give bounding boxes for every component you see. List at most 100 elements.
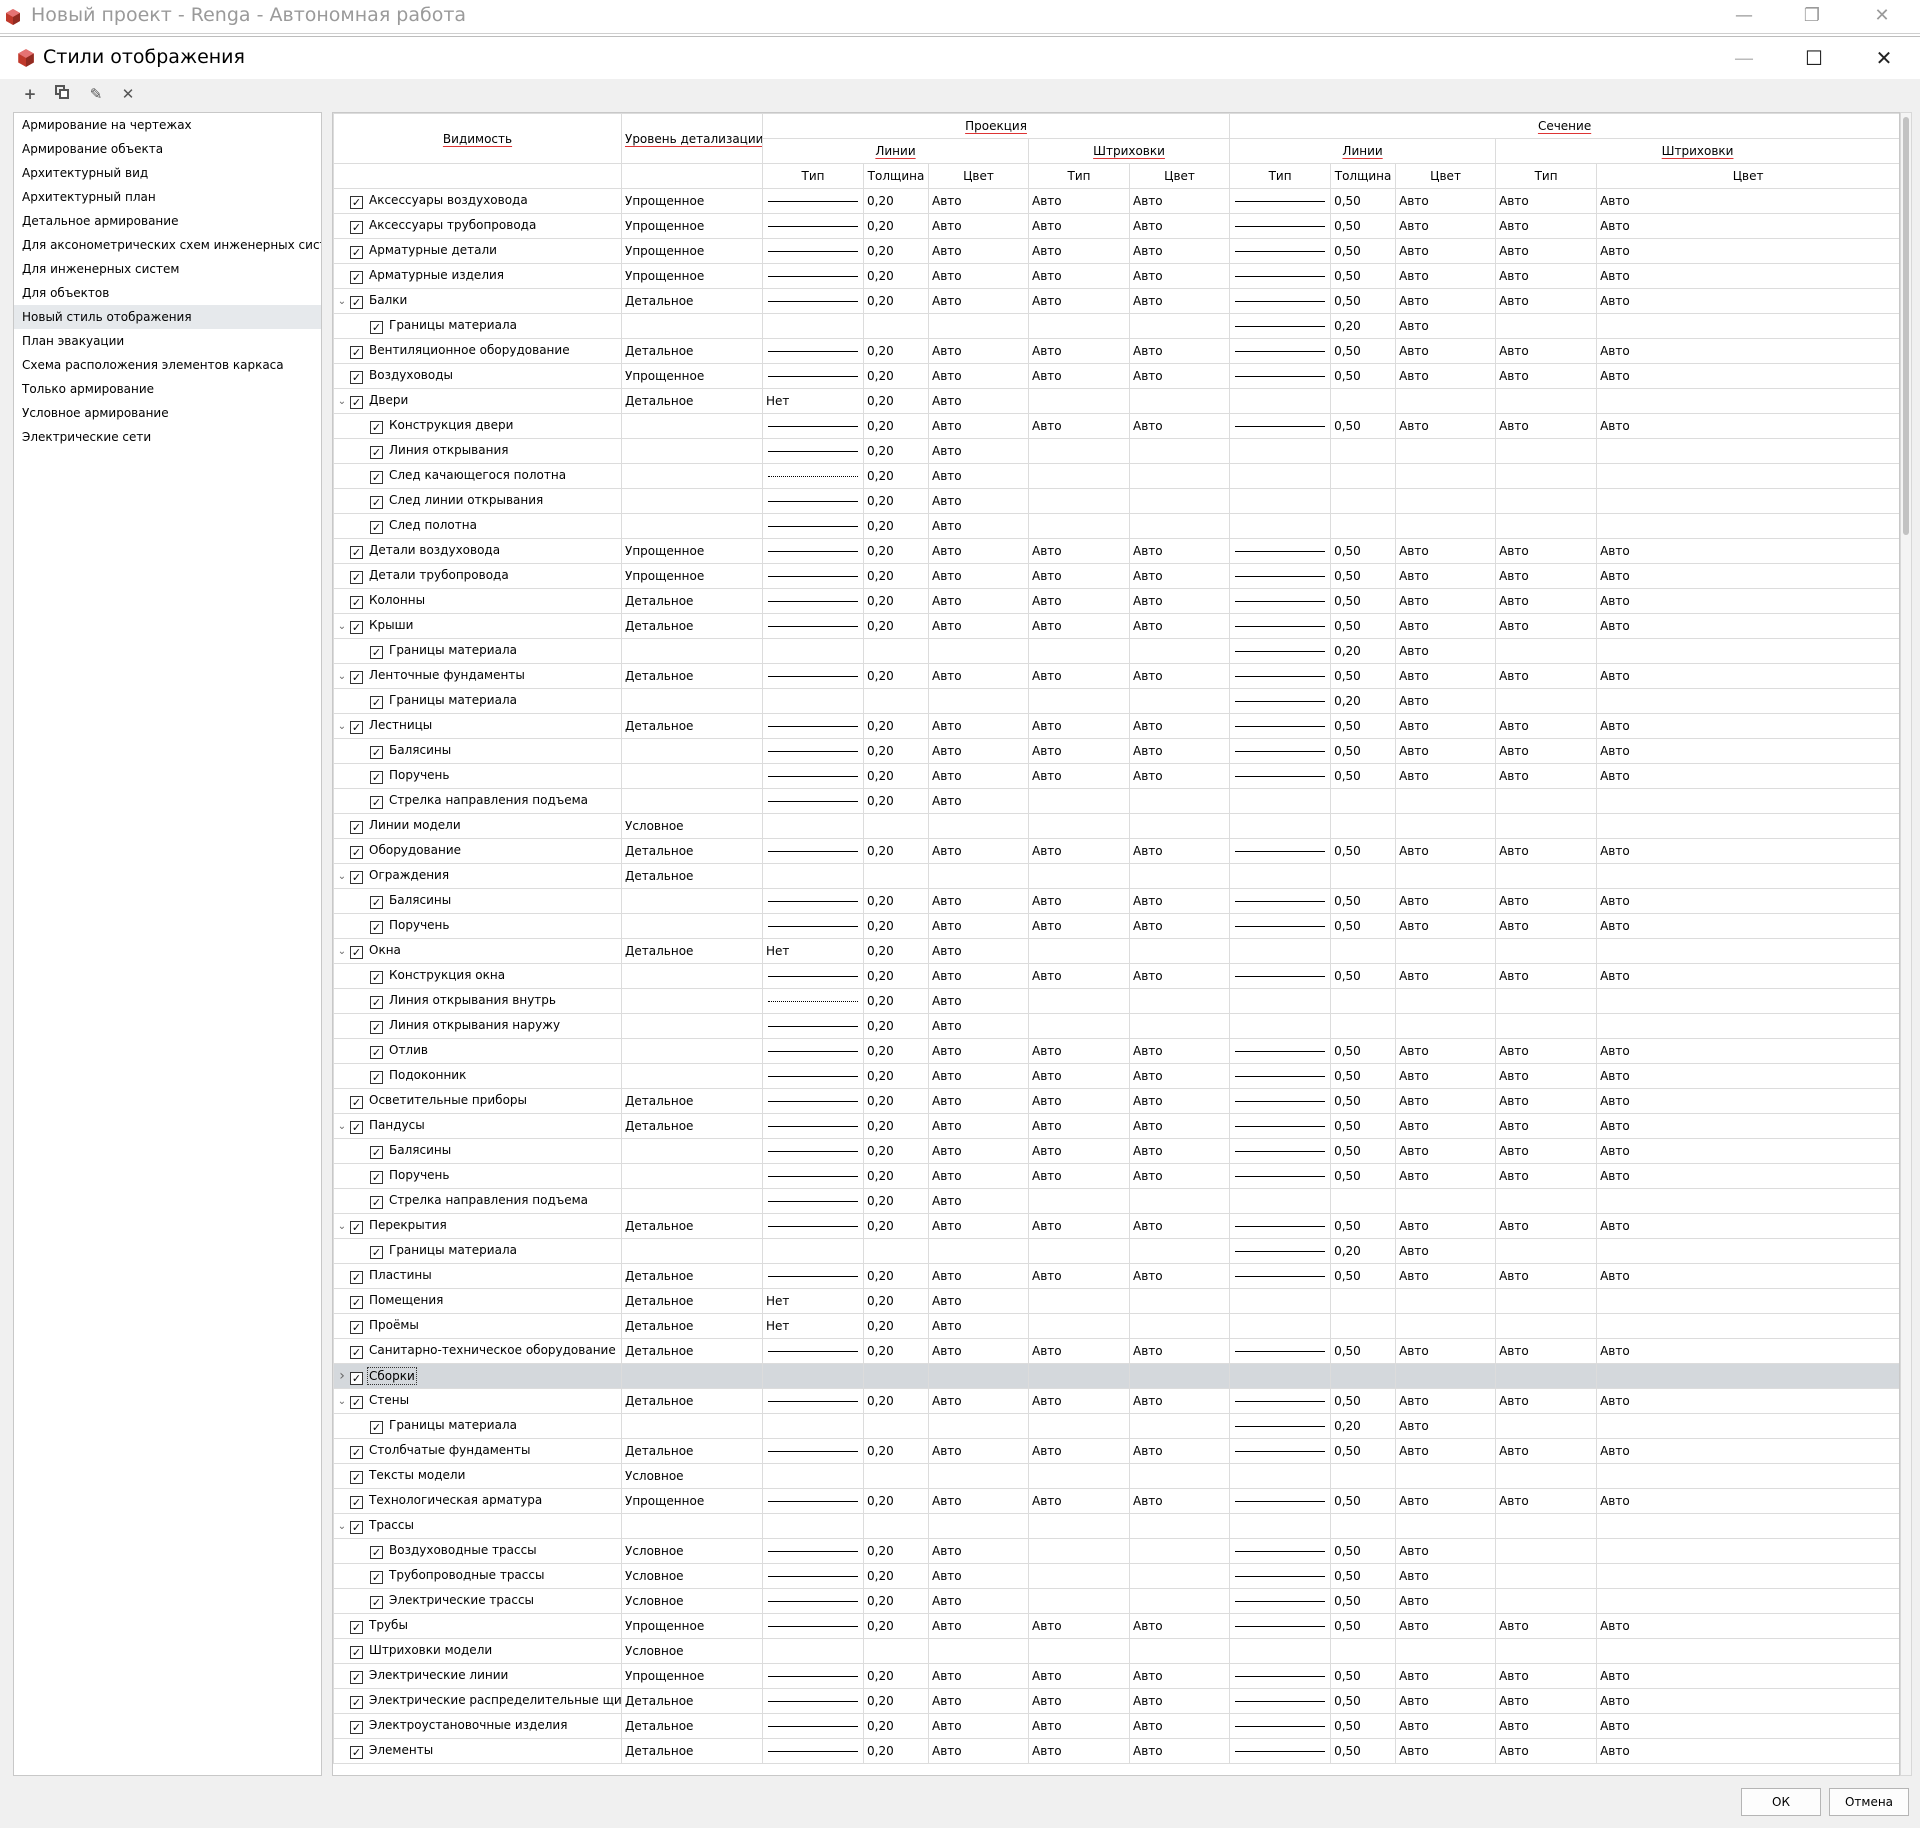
table-row[interactable]: ✓ Конструкция двери 0,20 Авто Авто Авто 0,50 Ав… (333, 413, 1899, 439)
projection-hatch-type-cell[interactable] (1028, 863, 1130, 889)
section-hatch-color-cell[interactable] (1596, 1588, 1899, 1614)
section-line-type-cell[interactable] (1229, 1113, 1332, 1139)
section-hatch-color-cell[interactable] (1596, 638, 1899, 664)
section-hatch-type-cell[interactable] (1495, 938, 1598, 964)
projection-thickness-cell[interactable] (863, 1638, 929, 1664)
projection-hatch-type-cell[interactable]: Авто (1028, 613, 1130, 639)
projection-hatch-color-cell[interactable] (1128, 938, 1231, 964)
section-line-type-cell[interactable] (1229, 1688, 1332, 1714)
section-color-cell[interactable] (1395, 863, 1497, 889)
chevron-down-icon[interactable]: ⌄ (335, 1396, 351, 1407)
projection-thickness-cell[interactable]: 0,20 (863, 838, 929, 864)
projection-color-cell[interactable]: Авто (928, 1688, 1029, 1714)
section-hatch-type-cell[interactable]: Авто (1495, 1088, 1598, 1114)
projection-line-type-cell[interactable] (762, 1488, 864, 1514)
projection-color-cell[interactable]: Авто (928, 888, 1029, 914)
projection-line-type-cell[interactable] (762, 1188, 864, 1214)
visibility-checkbox[interactable]: ✓ (350, 571, 363, 584)
projection-thickness-cell[interactable]: 0,20 (863, 388, 929, 414)
detail-level-cell[interactable] (621, 488, 763, 514)
section-thickness-cell[interactable]: 0,50 (1330, 1538, 1397, 1564)
detail-level-cell[interactable] (621, 513, 763, 539)
table-row[interactable]: ✓ Аксессуары трубопровода Упрощенное 0,20 Ав… (333, 213, 1899, 239)
section-color-cell[interactable]: Авто (1395, 663, 1497, 689)
detail-level-cell[interactable]: Условное (621, 1588, 763, 1614)
close-icon[interactable]: ✕ (1850, 0, 1914, 34)
section-line-type-cell[interactable] (1229, 1363, 1332, 1389)
section-thickness-cell[interactable] (1330, 388, 1397, 414)
projection-thickness-cell[interactable]: 0,20 (863, 938, 929, 964)
section-hatch-color-cell[interactable]: Авто (1596, 613, 1899, 639)
projection-thickness-cell[interactable]: 0,20 (863, 1088, 929, 1114)
section-hatch-type-cell[interactable]: Авто (1495, 1213, 1598, 1239)
detail-level-cell[interactable] (621, 463, 763, 489)
section-line-type-cell[interactable] (1229, 213, 1332, 239)
section-color-cell[interactable] (1395, 813, 1497, 839)
projection-hatch-color-cell[interactable]: Авто (1128, 263, 1231, 289)
section-hatch-color-cell[interactable]: Авто (1596, 713, 1899, 739)
section-hatch-color-cell[interactable]: Авто (1596, 1113, 1899, 1139)
projection-hatch-color-cell[interactable] (1128, 1563, 1231, 1589)
visibility-cell[interactable]: ✓ Проёмы (333, 1313, 622, 1339)
projection-thickness-cell[interactable]: 0,20 (863, 1663, 929, 1689)
section-line-type-cell[interactable] (1229, 1663, 1332, 1689)
section-color-cell[interactable]: Авто (1395, 913, 1497, 939)
section-line-type-cell[interactable] (1229, 788, 1332, 814)
close-icon[interactable]: ✕ (1852, 37, 1916, 79)
section-hatch-color-cell[interactable]: Авто (1596, 1738, 1899, 1764)
section-color-cell[interactable] (1395, 1313, 1497, 1339)
style-list-item[interactable]: Электрические сети (14, 425, 321, 449)
projection-color-cell[interactable]: Авто (928, 1038, 1029, 1064)
section-hatch-color-cell[interactable]: Авто (1596, 1263, 1899, 1289)
section-color-cell[interactable]: Авто (1395, 838, 1497, 864)
visibility-cell[interactable]: ✓ Трубы (333, 1613, 622, 1639)
section-thickness-cell[interactable] (1330, 988, 1397, 1014)
visibility-checkbox[interactable]: ✓ (350, 1646, 363, 1659)
section-thickness-cell[interactable]: 0,20 (1330, 313, 1397, 339)
table-row[interactable]: ✓ Конструкция окна 0,20 Авто Авто Авто 0,50 Авт… (333, 963, 1899, 989)
visibility-cell[interactable]: ✓ След полотна (333, 513, 622, 539)
section-hatch-type-cell[interactable] (1495, 388, 1598, 414)
projection-hatch-color-cell[interactable] (1128, 513, 1231, 539)
projection-color-cell[interactable] (928, 863, 1029, 889)
section-thickness-cell[interactable]: 0,50 (1330, 1613, 1397, 1639)
table-row[interactable]: ⌄ ✓ Лестницы Детальное 0,20 Авто Авто Авто 0,50 А… (333, 713, 1899, 739)
table-row[interactable]: ✓ Поручень 0,20 Авто Авто Авто 0,50 Авто Авто Авт… (333, 1163, 1899, 1189)
projection-thickness-cell[interactable] (863, 638, 929, 664)
detail-level-cell[interactable]: Детальное (621, 938, 763, 964)
projection-line-type-cell[interactable] (762, 713, 864, 739)
section-thickness-cell[interactable]: 0,50 (1330, 663, 1397, 689)
table-row[interactable]: ✓ Балясины 0,20 Авто Авто Авто 0,50 Авто Авто Авт… (333, 1138, 1899, 1164)
visibility-checkbox[interactable]: ✓ (370, 421, 383, 434)
projection-color-cell[interactable]: Авто (928, 1163, 1029, 1189)
detail-level-cell[interactable]: Детальное (621, 863, 763, 889)
table-row[interactable]: ✓ След линии открывания 0,20 Авто (333, 488, 1899, 514)
section-hatch-color-cell[interactable]: Авто (1596, 563, 1899, 589)
table-row[interactable]: ✓ Поручень 0,20 Авто Авто Авто 0,50 Авто Авто Авт… (333, 913, 1899, 939)
projection-line-type-cell[interactable] (762, 288, 864, 314)
section-line-type-cell[interactable] (1229, 238, 1332, 264)
visibility-cell[interactable]: ⌄ ✓ Стены (333, 1388, 622, 1414)
detail-level-cell[interactable] (621, 763, 763, 789)
projection-hatch-type-cell[interactable] (1028, 1513, 1130, 1539)
projection-color-cell[interactable] (928, 1238, 1029, 1264)
section-thickness-cell[interactable]: 0,50 (1330, 1488, 1397, 1514)
projection-thickness-cell[interactable]: 0,20 (863, 1538, 929, 1564)
section-hatch-type-cell[interactable] (1495, 1238, 1598, 1264)
detail-level-cell[interactable] (621, 688, 763, 714)
header-section[interactable]: Сечение (1229, 113, 1899, 139)
visibility-checkbox[interactable]: ✓ (370, 1196, 383, 1209)
projection-line-type-cell[interactable] (762, 913, 864, 939)
projection-thickness-cell[interactable]: 0,20 (863, 738, 929, 764)
section-color-cell[interactable]: Авто (1395, 963, 1497, 989)
section-line-type-cell[interactable] (1229, 1063, 1332, 1089)
projection-hatch-type-cell[interactable]: Авто (1028, 1113, 1130, 1139)
section-hatch-type-cell[interactable]: Авто (1495, 1438, 1598, 1464)
section-hatch-color-cell[interactable] (1596, 813, 1899, 839)
visibility-cell[interactable]: ✓ Границы материала (333, 313, 622, 339)
detail-level-cell[interactable]: Детальное (621, 1713, 763, 1739)
visibility-cell[interactable]: ✓ Помещения (333, 1288, 622, 1314)
projection-color-cell[interactable]: Авто (928, 1263, 1029, 1289)
projection-color-cell[interactable]: Авто (928, 1538, 1029, 1564)
section-line-type-cell[interactable] (1229, 1588, 1332, 1614)
